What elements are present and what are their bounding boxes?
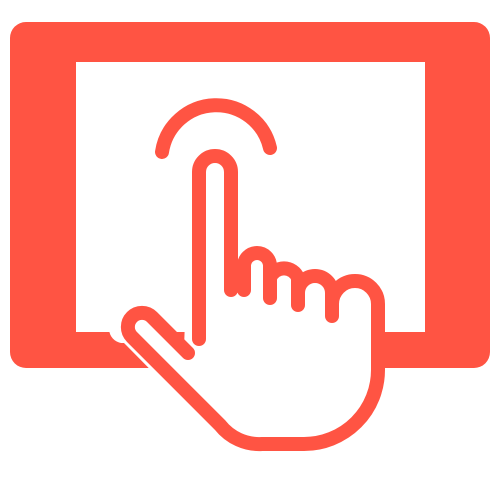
tablet-touch-icon (10, 22, 490, 456)
icon-canvas (0, 0, 500, 500)
touch-ripple-arc (155, 98, 277, 159)
